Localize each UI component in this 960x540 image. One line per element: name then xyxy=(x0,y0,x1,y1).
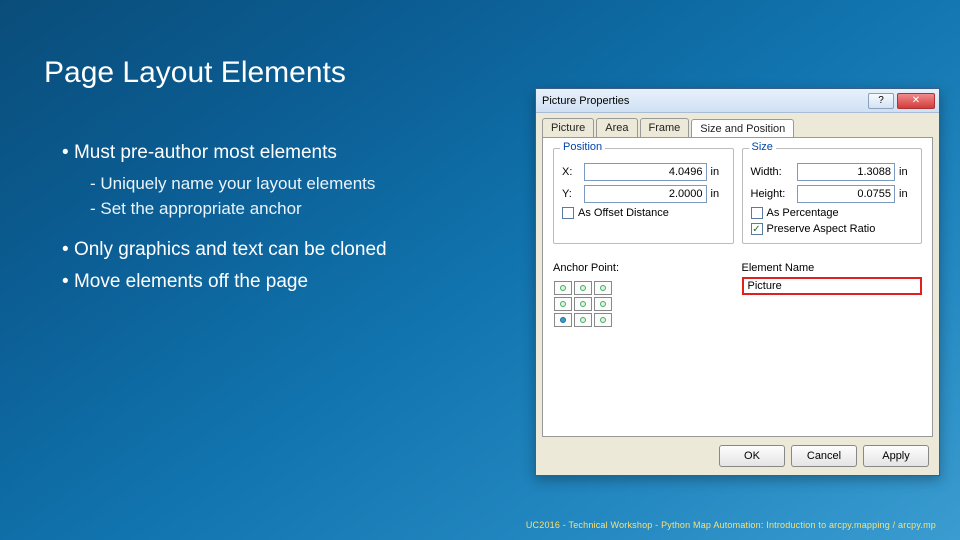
x-input[interactable]: 4.0496 xyxy=(584,163,707,181)
size-group-label: Size xyxy=(749,141,776,153)
slide-title: Page Layout Elements xyxy=(44,56,346,90)
close-button[interactable]: ✕ xyxy=(897,93,935,109)
offset-label: As Offset Distance xyxy=(578,207,669,219)
anchor-mr[interactable] xyxy=(594,297,612,311)
width-unit: in xyxy=(899,166,913,178)
element-name-label: Element Name xyxy=(742,262,923,274)
anchor-ml[interactable] xyxy=(554,297,572,311)
checkbox-icon xyxy=(751,207,763,219)
tab-frame[interactable]: Frame xyxy=(640,118,690,137)
aspect-checkbox[interactable]: ✓ Preserve Aspect Ratio xyxy=(751,223,914,235)
tab-picture[interactable]: Picture xyxy=(542,118,594,137)
help-button[interactable]: ? xyxy=(868,93,894,109)
y-input[interactable]: 2.0000 xyxy=(584,185,707,203)
x-label: X: xyxy=(562,166,580,178)
anchor-br[interactable] xyxy=(594,313,612,327)
ok-button[interactable]: OK xyxy=(719,445,785,467)
tab-area[interactable]: Area xyxy=(596,118,637,137)
tab-size-position[interactable]: Size and Position xyxy=(691,119,794,138)
height-label: Height: xyxy=(751,188,793,200)
y-label: Y: xyxy=(562,188,580,200)
tab-bar: Picture Area Frame Size and Position xyxy=(536,113,939,137)
y-unit: in xyxy=(711,188,725,200)
picture-properties-dialog: Picture Properties ? ✕ Picture Area Fram… xyxy=(535,88,940,476)
anchor-bc[interactable] xyxy=(574,313,592,327)
dialog-title: Picture Properties xyxy=(542,95,865,107)
element-name-input[interactable] xyxy=(742,277,923,295)
checkbox-icon: ✓ xyxy=(751,223,763,235)
aspect-label: Preserve Aspect Ratio xyxy=(767,223,876,235)
apply-button[interactable]: Apply xyxy=(863,445,929,467)
help-icon: ? xyxy=(878,95,884,106)
dialog-button-row: OK Cancel Apply xyxy=(719,445,929,467)
anchor-grid xyxy=(553,280,653,328)
anchor-bl[interactable] xyxy=(554,313,572,327)
sub-bullet-1: Uniquely name your layout elements xyxy=(90,174,502,194)
anchor-tl[interactable] xyxy=(554,281,572,295)
anchor-mc[interactable] xyxy=(574,297,592,311)
close-icon: ✕ xyxy=(912,95,920,106)
slide-content: Must pre-author most elements Uniquely n… xyxy=(62,142,502,303)
width-label: Width: xyxy=(751,166,793,178)
dialog-panel: Position X: 4.0496 in Y: 2.0000 in As Of… xyxy=(542,137,933,437)
x-unit: in xyxy=(711,166,725,178)
width-input[interactable]: 1.3088 xyxy=(797,163,896,181)
bullet-2: Only graphics and text can be cloned xyxy=(62,239,502,261)
size-group: Size Width: 1.3088 in Height: 0.0755 in … xyxy=(742,148,923,244)
dialog-titlebar[interactable]: Picture Properties ? ✕ xyxy=(536,89,939,113)
offset-checkbox[interactable]: As Offset Distance xyxy=(562,207,725,219)
percentage-label: As Percentage xyxy=(767,207,839,219)
slide-background: Page Layout Elements Must pre-author mos… xyxy=(0,0,960,540)
position-group: Position X: 4.0496 in Y: 2.0000 in As Of… xyxy=(553,148,734,244)
height-input[interactable]: 0.0755 xyxy=(797,185,896,203)
anchor-tc[interactable] xyxy=(574,281,592,295)
height-unit: in xyxy=(899,188,913,200)
anchor-tr[interactable] xyxy=(594,281,612,295)
bullet-3: Move elements off the page xyxy=(62,271,502,293)
sub-bullet-2: Set the appropriate anchor xyxy=(90,199,502,219)
slide-footer: UC2016 - Technical Workshop - Python Map… xyxy=(526,520,936,530)
cancel-button[interactable]: Cancel xyxy=(791,445,857,467)
checkbox-icon xyxy=(562,207,574,219)
bullet-1: Must pre-author most elements xyxy=(62,142,502,164)
percentage-checkbox[interactable]: As Percentage xyxy=(751,207,914,219)
anchor-label: Anchor Point: xyxy=(553,262,734,274)
position-group-label: Position xyxy=(560,141,605,153)
